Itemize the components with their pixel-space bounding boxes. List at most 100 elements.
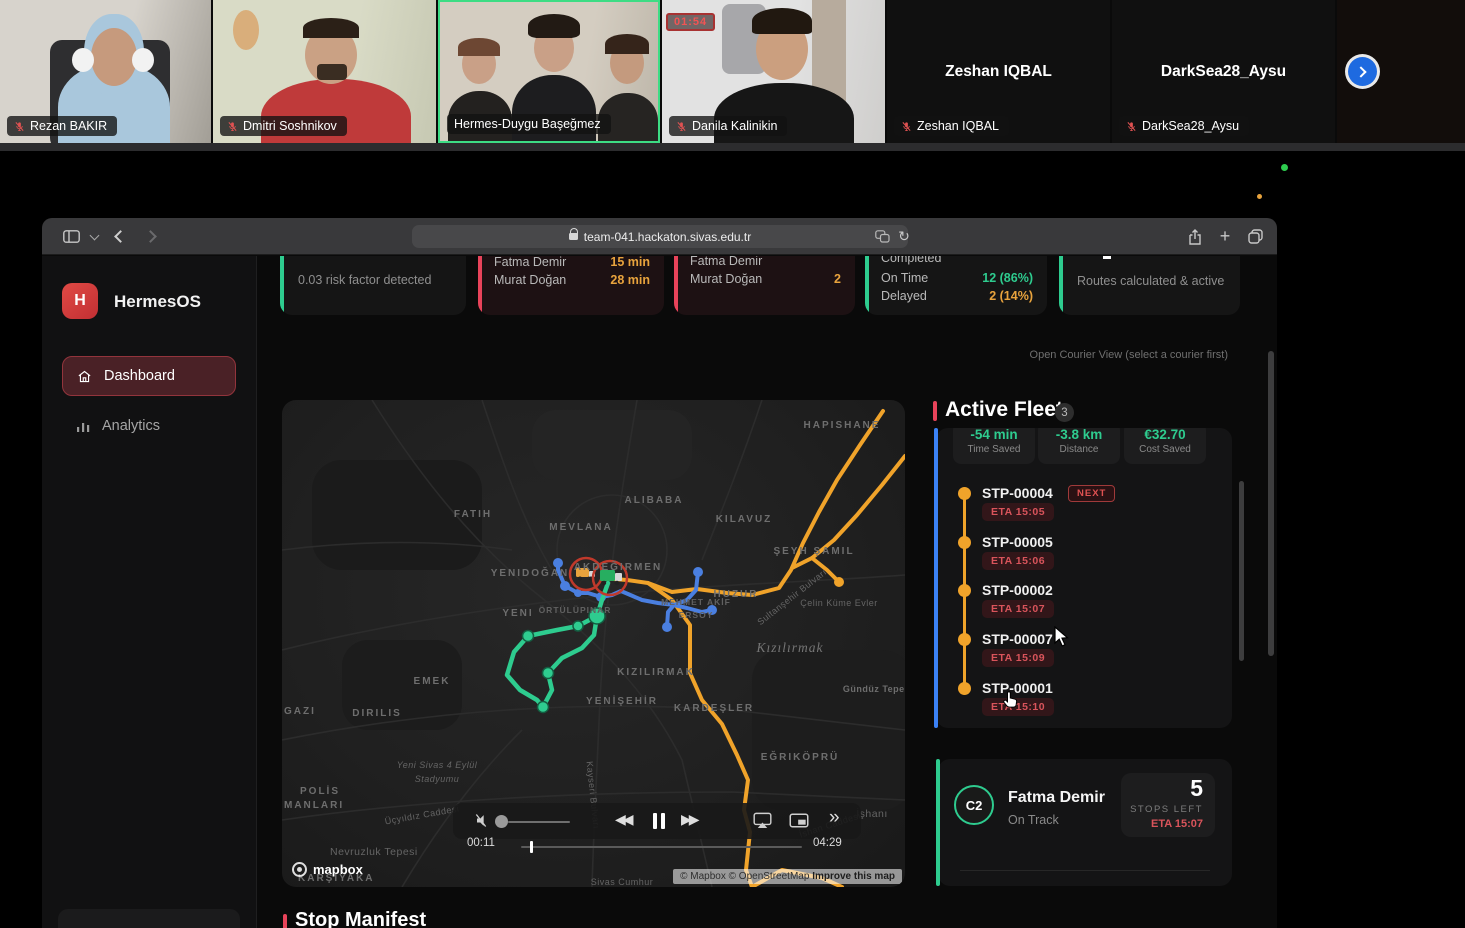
sidebar-item-dashboard[interactable]: Dashboard [62,356,236,396]
player-timeline[interactable] [521,846,802,848]
card-accent [478,256,482,315]
map-label: Gündüz Tepele [843,684,905,694]
stat-distance: -3.8 km Distance [1038,428,1120,464]
fleet-list-scrollbar[interactable] [1239,481,1244,661]
airplay-icon[interactable] [753,812,772,829]
divider [960,870,1210,871]
lock-icon [569,233,578,240]
stop-dot [958,584,971,597]
stop-eta-badge: ETA 15:05 [982,503,1054,521]
screen: Rezan BAKIR Dmitri Soshnikov [0,0,1465,928]
map-label: Nevruzluk Tepesi [330,846,418,858]
participant-name: Dmitri Soshnikov [243,119,337,133]
map-label: MEVLANA [549,522,612,533]
browser-window: team-041.hackaton.sivas.edu.tr ↻ + H Her… [42,218,1277,928]
courier-name: Fatma Demir [1008,789,1105,807]
stop-item-id[interactable]: STP-00002 [982,582,1053,598]
stat-value: -3.8 km [1038,428,1120,442]
participant-tile-dmitri[interactable]: Dmitri Soshnikov [213,0,436,143]
stat-label: Distance [1038,444,1120,455]
kpi-card-ontime: Completed On Time12 (86%) Delayed2 (14%) [865,256,1047,315]
bar-chart-icon [76,419,90,433]
kpi-card-risk: 0.03 risk factor detected [280,256,466,315]
chevron-right-icon [144,230,157,243]
open-courier-view-link[interactable]: Open Courier View (select a courier firs… [42,349,1228,361]
participant-tile-hermes[interactable]: Hermes-Duygu Başeğmez [438,0,660,143]
stops-left-label: STOPS LEFT [1130,804,1203,815]
next-participants-button[interactable] [1348,57,1377,86]
back-button[interactable] [108,218,132,255]
rewind-button[interactable]: ◀◀ [615,811,631,828]
page-scrollbar[interactable] [1268,351,1274,656]
stat-value: -54 min [953,428,1035,442]
player-playhead[interactable] [530,841,533,853]
map-panel[interactable]: HAPISHANE FATIH MEVLANA ALIBABA KILAVUZ … [282,400,905,887]
row-label: Delayed [881,289,927,303]
new-tab-button[interactable]: + [1212,218,1238,255]
section-accent-bar [283,914,287,928]
row-label: On Time [881,271,928,285]
player-current-time: 00:11 [467,837,495,849]
tab-overview-button[interactable] [1242,218,1268,255]
attribution-improve-link[interactable]: Improve this map [812,871,895,882]
sidebar-toggle-button[interactable] [58,218,84,255]
map-label: MANLARI [284,800,344,811]
strip-separator [0,143,1465,151]
kpi-card-counts: Fatma Demir Murat Doğan2 [674,256,855,315]
mapbox-logo[interactable]: mapbox [292,862,363,877]
attribution-osm[interactable]: © OpenStreetMap [729,871,810,882]
row-label: Completed [881,256,941,265]
more-controls-chevrons[interactable]: » [829,807,840,829]
row-label: Murat Doğan [494,273,566,287]
participant-name: Danila Kalinikin [692,119,777,133]
picture-in-picture-icon[interactable] [789,813,809,828]
sidebar-item-analytics[interactable]: Analytics [62,406,236,446]
stop-item-id[interactable]: STP-00007 [982,631,1053,647]
share-icon [1188,229,1202,245]
courier-status: On Track [1008,813,1059,827]
sidebar-bottom-card[interactable] [58,909,240,928]
section-accent-bar [933,401,937,421]
card-accent [865,256,869,315]
participant-tile-zeshan[interactable]: Zeshan IQBAL Zeshan IQBAL [887,0,1110,143]
active-fleet-count-badge: 3 [1055,403,1074,422]
participant-tile-rezan[interactable]: Rezan BAKIR [0,0,211,143]
row-value: 28 min [610,273,650,287]
map-label: YENİŞEHİR [586,696,658,707]
pause-bar [661,813,665,829]
mic-muted-icon [1126,121,1137,132]
participant-name-pill: Danila Kalinikin [669,116,787,136]
map-label: MEHMET AKİF ERSOY [654,596,738,622]
participant-tile-darksea[interactable]: DarkSea28_Aysu DarkSea28_Aysu [1112,0,1335,143]
stop-eta-badge: ETA 15:10 [982,698,1054,716]
address-bar[interactable]: team-041.hackaton.sivas.edu.tr [412,225,908,248]
participant-tile-danila[interactable]: 01:54 Danila Kalinikin [662,0,885,143]
sidebar-dropdown-button[interactable] [86,218,102,255]
map-label: HAPISHANE [804,420,881,431]
reload-button[interactable]: ↻ [894,218,914,255]
attribution-mapbox[interactable]: © Mapbox [680,871,726,882]
stop-dot [958,633,971,646]
courier-card[interactable]: C2 Fatma Demir On Track 5 STOPS LEFT ETA… [938,759,1232,886]
participant-name-pill: Zeshan IQBAL [894,116,1009,136]
stat-value: €32.70 [1124,428,1206,442]
map-label: ÖRTÜLÜPINAR [539,605,612,615]
volume-track[interactable] [508,821,570,823]
stop-item-id[interactable]: STP-00005 [982,534,1053,550]
tabs-icon [1248,229,1263,244]
fast-forward-button[interactable]: ▶▶ [681,811,697,828]
call-timer-badge: 01:54 [666,13,715,31]
participant-name: Hermes-Duygu Başeğmez [454,117,601,131]
forward-button[interactable] [138,218,162,255]
volume-muted-icon[interactable] [475,813,491,828]
stop-item-id[interactable]: STP-00004 [982,485,1053,501]
volume-knob[interactable] [495,815,508,828]
stop-manifest-title: Stop Manifest [295,909,426,928]
card-text: 0.03 risk factor detected [298,273,431,287]
translate-bubbles-icon [875,230,890,243]
share-button[interactable] [1182,218,1208,255]
translate-icon[interactable] [872,218,892,255]
kpi-card-delays: Fatma Demir15 min Murat Doğan28 min [478,256,664,315]
mouse-cursor-arrow [1053,626,1070,649]
sidebar-item-label: Dashboard [104,368,175,384]
